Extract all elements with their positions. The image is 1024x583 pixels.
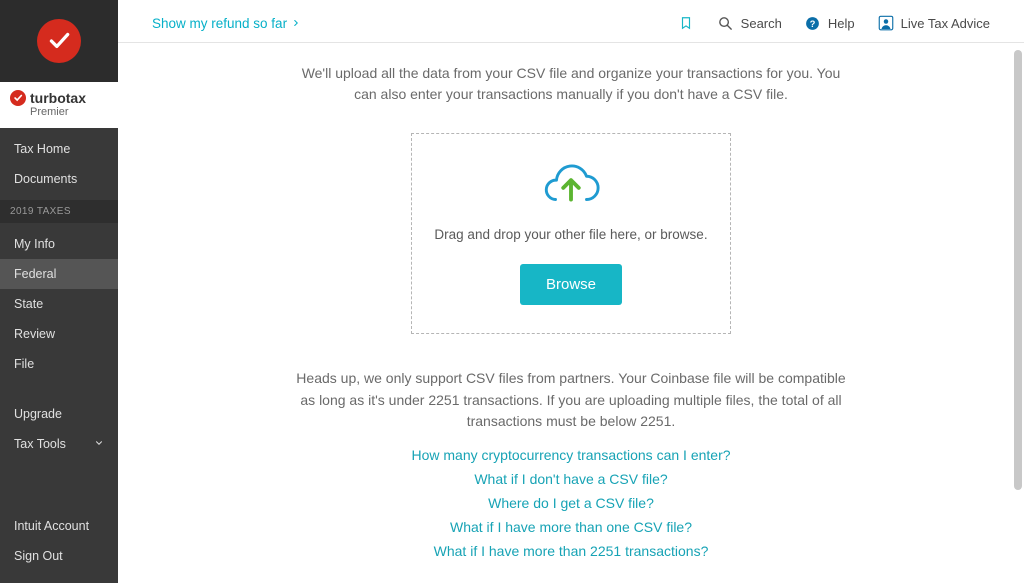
scrollbar[interactable] [1014,50,1022,490]
brand-tier: Premier [30,106,108,118]
checkmark-icon [46,28,72,54]
chevron-right-icon [291,18,301,28]
checkmark-icon [10,90,26,106]
person-icon [877,14,895,32]
sidebar-item-sign-out[interactable]: Sign Out [0,541,118,571]
warning-text: Heads up, we only support CSV files from… [291,368,851,433]
dropzone-text: Drag and drop your other file here, or b… [432,227,710,242]
logo-block [0,0,118,82]
sidebar-item-upgrade[interactable]: Upgrade [0,399,118,429]
help-button[interactable]: ? Help [804,14,855,32]
turbotax-logo [37,19,81,63]
sidebar-item-intuit-account[interactable]: Intuit Account [0,511,118,541]
sidebar-item-documents[interactable]: Documents [0,164,118,194]
faq-link-multiple-csv[interactable]: What if I have more than one CSV file? [178,519,964,535]
bookmark-button[interactable] [677,14,695,32]
help-icon: ? [804,14,822,32]
sidebar-item-review[interactable]: Review [0,319,118,349]
content: We'll upload all the data from your CSV … [118,43,1024,583]
intro-text: We'll upload all the data from your CSV … [291,63,851,105]
faq-link-transactions-count[interactable]: How many cryptocurrency transactions can… [178,447,964,463]
refund-link[interactable]: Show my refund so far [152,16,301,31]
live-advice-button[interactable]: Live Tax Advice [877,14,990,32]
sidebar-item-my-info[interactable]: My Info [0,229,118,259]
sidebar-item-state[interactable]: State [0,289,118,319]
search-icon [717,14,735,32]
svg-text:?: ? [810,19,816,29]
advice-label: Live Tax Advice [901,16,990,31]
brand-block: turbotax Premier [0,82,118,128]
sidebar-item-label: Tax Tools [14,437,66,451]
search-button[interactable]: Search [717,14,782,32]
topbar: Show my refund so far Search ? Help Liv [118,0,1024,43]
sidebar-item-tax-home[interactable]: Tax Home [0,134,118,164]
sidebar-item-federal[interactable]: Federal [0,259,118,289]
file-dropzone[interactable]: Drag and drop your other file here, or b… [411,133,731,334]
main: Show my refund so far Search ? Help Liv [118,0,1024,583]
sidebar-item-tax-tools[interactable]: Tax Tools [0,429,118,459]
brand-name: turbotax [30,90,86,106]
faq-link-where-csv[interactable]: Where do I get a CSV file? [178,495,964,511]
help-label: Help [828,16,855,31]
browse-button[interactable]: Browse [520,264,622,305]
refund-label: Show my refund so far [152,16,287,31]
sidebar: turbotax Premier Tax Home Documents 2019… [0,0,118,583]
faq-link-no-csv[interactable]: What if I don't have a CSV file? [178,471,964,487]
sidebar-item-file[interactable]: File [0,349,118,379]
chevron-down-icon [94,437,104,451]
faq-link-over-limit[interactable]: What if I have more than 2251 transactio… [178,543,964,559]
sidebar-section-header: 2019 TAXES [0,200,118,223]
upload-icon [432,160,710,213]
search-label: Search [741,16,782,31]
bookmark-icon [677,14,695,32]
